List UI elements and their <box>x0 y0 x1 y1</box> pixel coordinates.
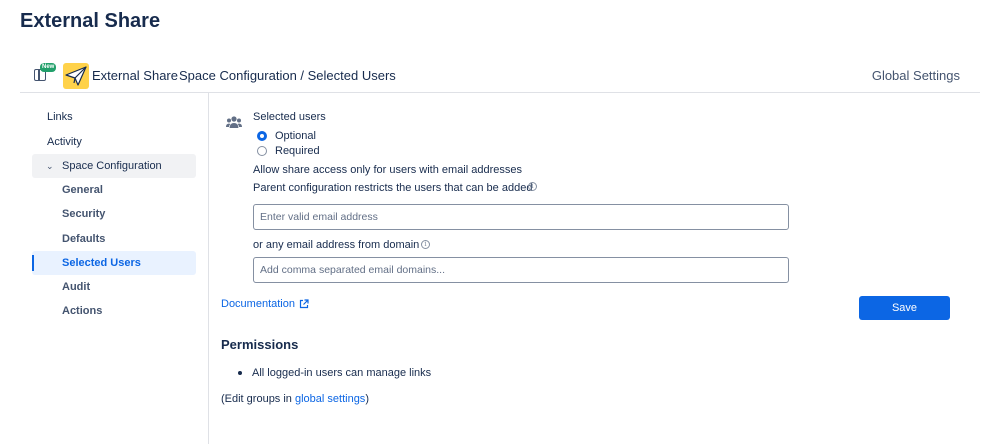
edit-groups-suffix: ) <box>365 393 369 405</box>
breadcrumb: Space Configuration / Selected Users <box>179 68 396 83</box>
new-badge: New <box>40 63 57 72</box>
permissions-title: Permissions <box>221 337 299 352</box>
bullet <box>238 371 242 375</box>
sidebar-item-actions[interactable]: Actions <box>32 299 196 323</box>
edit-groups-prefix: (Edit groups in <box>221 393 295 405</box>
permission-item: All logged-in users can manage links <box>252 367 432 379</box>
global-settings-inline-link[interactable]: global settings <box>295 393 365 405</box>
restriction-note: Allow share access only for users with e… <box>253 164 523 176</box>
page-title: External Share <box>20 10 161 32</box>
sidebar-item-space-configuration[interactable]: ⌄ Space Configuration <box>32 154 196 178</box>
info-icon[interactable]: i <box>421 240 430 249</box>
app-header: New External Share Space Configuration /… <box>20 63 980 89</box>
selected-users-label: Selected users <box>253 111 326 123</box>
edit-groups-note: (Edit groups in global settings) <box>221 393 369 405</box>
save-button[interactable]: Save <box>859 296 950 320</box>
domain-label: or any email address from domain <box>253 239 420 251</box>
documentation-link[interactable]: Documentation <box>221 298 295 310</box>
info-icon[interactable]: i <box>528 182 537 191</box>
global-settings-link[interactable]: Global Settings <box>872 68 960 83</box>
domain-input[interactable] <box>253 257 789 283</box>
sidebar-item-activity[interactable]: Activity <box>32 130 196 154</box>
optional-radio[interactable] <box>257 131 267 141</box>
required-label[interactable]: Required <box>275 145 320 157</box>
sidebar-item-general[interactable]: General <box>32 178 196 202</box>
chevron-down-icon: ⌄ <box>46 161 54 171</box>
app-name: External Share <box>92 68 178 83</box>
parent-config-note: Parent configuration restricts the users… <box>253 182 533 194</box>
users-icon <box>226 116 242 128</box>
header-divider <box>20 92 980 93</box>
sidebar-item-label: Space Configuration <box>62 160 162 172</box>
external-link-icon[interactable] <box>299 299 309 309</box>
sidebar-divider <box>208 93 209 444</box>
email-input[interactable] <box>253 204 789 230</box>
required-radio[interactable] <box>257 146 267 156</box>
optional-label[interactable]: Optional <box>275 130 316 142</box>
sidebar-item-security[interactable]: Security <box>32 202 196 226</box>
sidebar-item-audit[interactable]: Audit <box>32 275 196 299</box>
sidebar-item-defaults[interactable]: Defaults <box>32 227 196 251</box>
sidebar-item-links[interactable]: Links <box>32 105 196 129</box>
paper-plane-logo-icon <box>63 63 89 89</box>
sidebar-item-selected-users[interactable]: Selected Users <box>32 251 196 275</box>
